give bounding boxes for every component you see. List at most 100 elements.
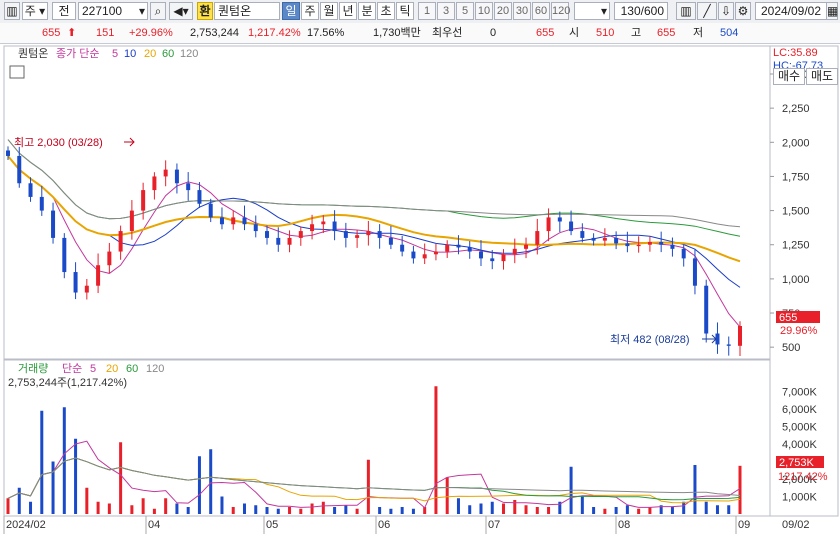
ma60-label: 60 [162, 48, 174, 60]
high-label: 고 [631, 27, 642, 39]
speaker-icon[interactable]: ◀▾ [169, 2, 193, 20]
tab-1[interactable]: 주 [301, 2, 319, 20]
candle-icon[interactable]: ▥ [676, 2, 696, 20]
count-display[interactable]: 130/600 [614, 2, 668, 20]
open-value: 510 [596, 27, 615, 39]
volume-bar [682, 501, 686, 514]
volume-bar [152, 508, 156, 514]
price-tick: 1,250 [782, 240, 810, 252]
candle-body [501, 254, 506, 262]
interval-button-10[interactable]: 10 [475, 2, 493, 20]
volume-bar [175, 503, 179, 514]
interval-button-5[interactable]: 5 [456, 2, 474, 20]
interval-button-120[interactable]: 120 [551, 2, 570, 20]
candle-body [625, 243, 630, 247]
candle-body [433, 251, 438, 255]
volume-bar [625, 505, 629, 514]
candle-body [400, 244, 405, 252]
vma120-label: 120 [146, 363, 164, 375]
gear-icon[interactable]: ⚙ [735, 2, 751, 20]
tab-0[interactable]: 일 [282, 2, 300, 20]
volume-bar [141, 498, 145, 514]
ma-label: 종가 단순 [56, 47, 100, 60]
change-pct: +29.96% [129, 27, 173, 39]
volume-bar [29, 501, 33, 514]
date-field[interactable]: 2024/09/02 [755, 2, 827, 20]
candle-body [107, 251, 112, 266]
sell-button[interactable]: 매도 [806, 68, 838, 85]
panel-name: 퀀텀온 [18, 47, 48, 60]
stock-name-field[interactable]: 퀀텀온 [214, 2, 280, 20]
price-tick: 1,500 [782, 206, 810, 218]
candle-body [343, 231, 348, 238]
turnover-pct: 17.56% [307, 27, 345, 39]
line-chart-icon[interactable]: ╱ [697, 2, 717, 20]
vma20-label: 20 [106, 363, 118, 375]
buy-button[interactable]: 매수 [773, 68, 805, 85]
grid-table-icon[interactable] [9, 65, 25, 79]
price-tick: 2,250 [782, 103, 810, 115]
layout-icon[interactable]: ▥ [4, 2, 20, 20]
candle-body [152, 176, 157, 191]
prev-button[interactable]: 전 [52, 2, 76, 20]
volume-bar [355, 508, 359, 514]
period-short-select[interactable]: 주 ▾ [22, 2, 48, 20]
interval-button-3[interactable]: 3 [437, 2, 455, 20]
volume-bar [220, 496, 224, 514]
candle-body [738, 326, 742, 346]
tab-5[interactable]: 초 [377, 2, 395, 20]
tab-4[interactable]: 분 [358, 2, 376, 20]
x-label: 09 [738, 519, 750, 531]
volume-ratio: 1,217.42% [248, 27, 301, 39]
open-label: 시 [569, 27, 580, 39]
volume-tick: 6,000K [782, 404, 818, 416]
interval-button-30[interactable]: 30 [513, 2, 531, 20]
volume-value: 2,753,244 [190, 27, 239, 39]
interval-dropdown[interactable]: ▾ [574, 2, 610, 20]
volume-bar [6, 498, 10, 514]
volume-bar [603, 508, 607, 514]
interval-button-60[interactable]: 60 [532, 2, 550, 20]
volume-bar [524, 505, 528, 514]
candle-body [659, 242, 664, 245]
currency-button[interactable]: 환 [197, 2, 213, 20]
volume-bar [186, 507, 190, 514]
interval-button-1[interactable]: 1 [418, 2, 436, 20]
candle-body [231, 217, 236, 225]
candle-body [129, 210, 134, 232]
volume-bar [490, 501, 494, 514]
stock-code-input[interactable]: 227100 ▾ [78, 2, 148, 20]
volume-bar [704, 501, 708, 514]
candle-body [681, 248, 686, 259]
calendar-icon[interactable]: ▦ [826, 2, 838, 20]
candle-body [614, 237, 619, 244]
candle-body [51, 210, 56, 238]
search-icon[interactable]: ⌕ [150, 2, 166, 20]
interval-button-20[interactable]: 20 [494, 2, 512, 20]
candle-body [118, 231, 123, 252]
volume-bar [535, 507, 539, 514]
volume-bar [119, 442, 123, 514]
stock-code-value: 227100 [82, 4, 123, 18]
volume-bar [378, 507, 382, 514]
volume-bar [513, 500, 517, 514]
volume-bar [17, 487, 21, 514]
candle-body [546, 217, 551, 232]
candle-body [219, 217, 224, 225]
tab-2[interactable]: 월 [320, 2, 338, 20]
volume-bar [366, 459, 370, 514]
volume-bar [333, 507, 337, 514]
tab-3[interactable]: 년 [339, 2, 357, 20]
high-annotation: 최고 2,030 (03/28) [14, 136, 103, 149]
candle-body [197, 190, 202, 204]
download-icon[interactable]: ⇩ [718, 2, 734, 20]
candle-body [411, 251, 416, 259]
period-short-label: 주 [24, 4, 36, 18]
volume-bar [479, 503, 483, 514]
chart-area[interactable]: 2,5002,2502,0001,7501,5001,2501,00075050… [0, 44, 840, 539]
volume-bar [310, 503, 314, 514]
ma120-label: 120 [180, 48, 198, 60]
tab-6[interactable]: 틱 [396, 2, 414, 20]
x-axis-labels: 2024/02 04 05 06 07 08 09 09/02 [3, 516, 810, 534]
volume-bar [74, 438, 78, 514]
